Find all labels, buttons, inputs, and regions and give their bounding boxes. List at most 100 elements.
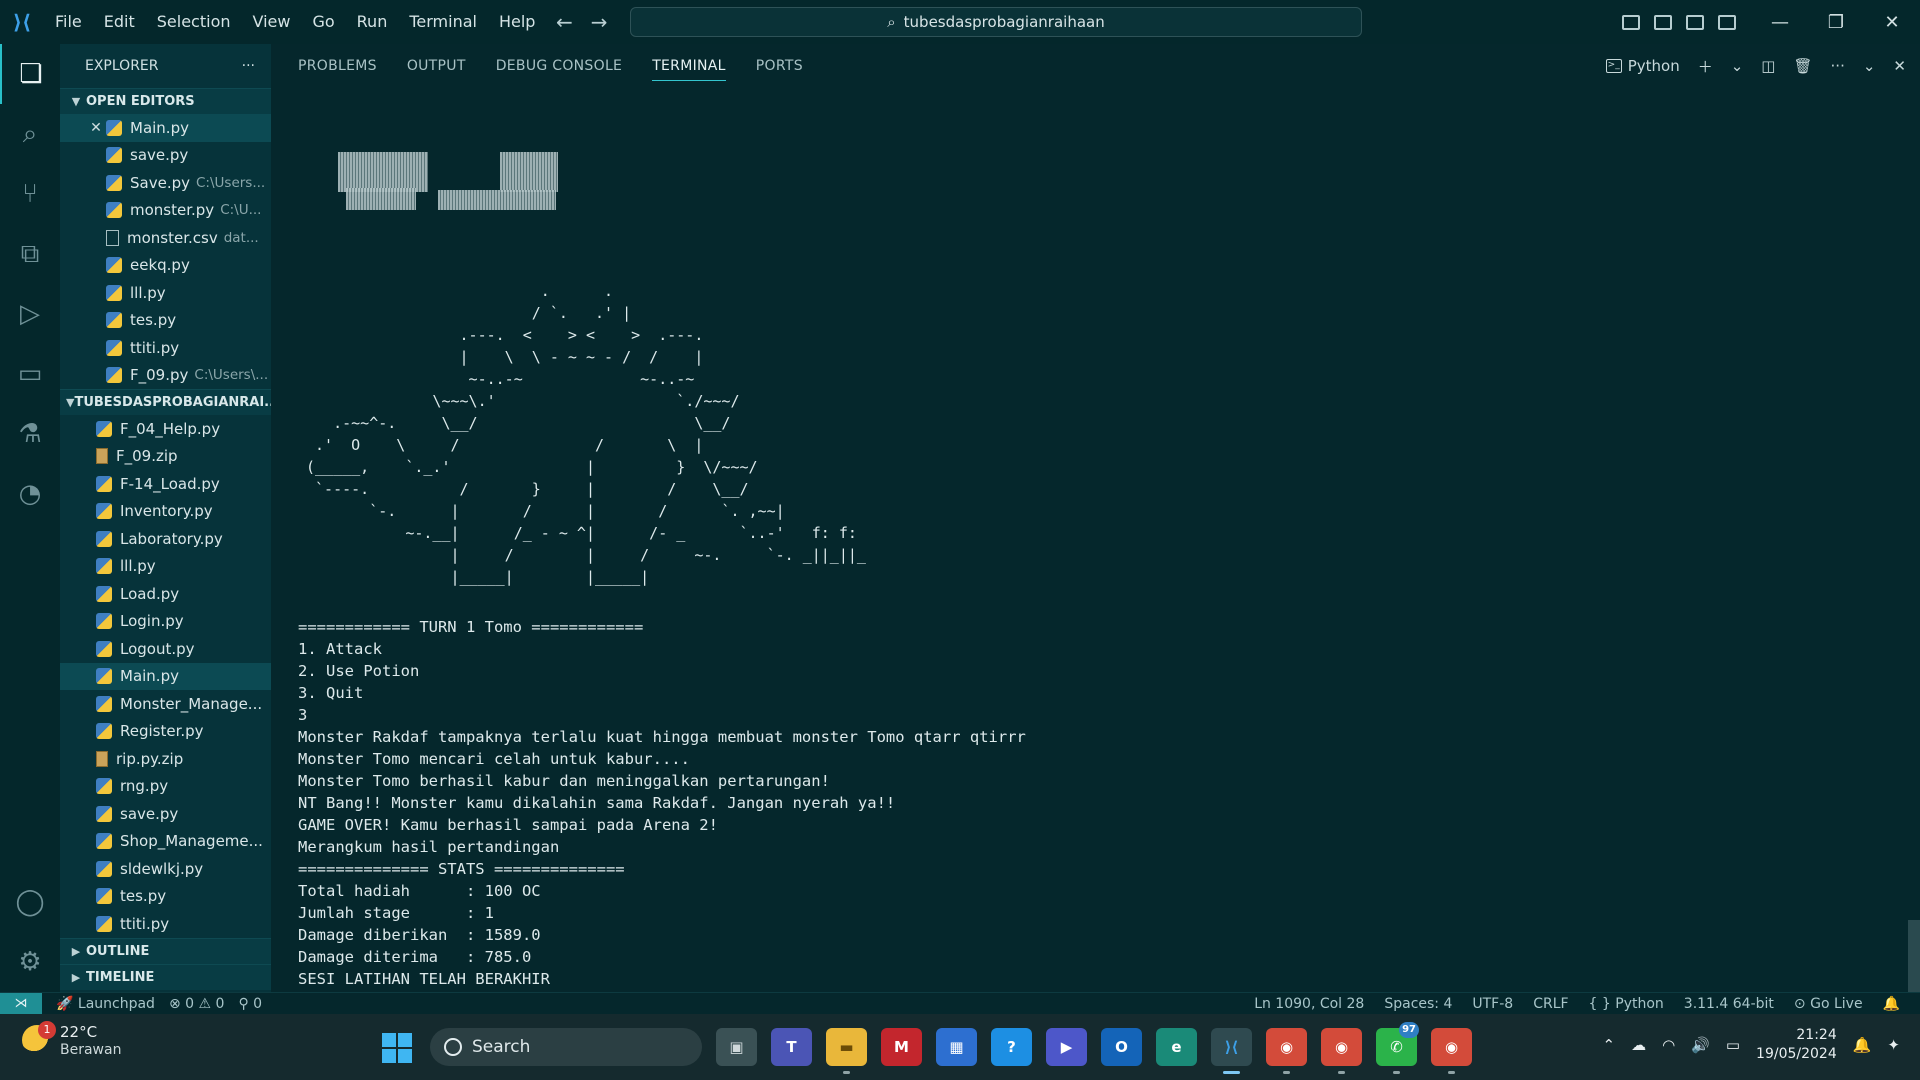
more-icon[interactable]: ··· [1831,57,1845,75]
go-live-button[interactable]: ⊙ Go Live [1794,996,1863,1012]
whatsapp-icon[interactable]: ✆ 97 [1376,1022,1419,1074]
menu-file[interactable]: File [44,0,93,44]
source-control-icon[interactable]: ⑂ [0,164,60,224]
open-editor-item[interactable]: tes.py [60,307,271,335]
customize-layout-icon[interactable] [1718,14,1736,30]
clock[interactable]: 21:24 19/05/2024 [1756,1026,1837,1064]
file-item[interactable]: sldewlkj.py [60,855,271,883]
chrome-icon[interactable]: ◉ [1321,1028,1362,1074]
teams-icon[interactable]: T [771,1028,812,1066]
chrome-profile-p-icon[interactable]: ◉ [1431,1028,1472,1074]
minimize-button[interactable]: — [1752,0,1808,44]
get-help-icon[interactable]: ? [991,1028,1032,1066]
copilot-icon[interactable]: ✦ [1887,1036,1900,1054]
file-item[interactable]: save.py [60,800,271,828]
start-button[interactable] [382,1033,412,1063]
terminal-shell-selector[interactable]: >_ Python [1605,57,1680,75]
onedrive-cloud-icon[interactable]: ☁ [1631,1036,1646,1054]
open-editor-item[interactable]: eekq.py [60,252,271,280]
file-item[interactable]: F_04_Help.py [60,415,271,443]
launchpad-item[interactable]: 🚀 Launchpad [56,996,155,1012]
restore-button[interactable]: ❐ [1808,0,1864,44]
weather-widget[interactable]: 1 22°C Berawan [22,1021,121,1058]
command-center[interactable]: ⌕ tubesdasprobagianraihaan [630,7,1362,37]
python-interpreter[interactable]: 3.11.4 64-bit [1684,996,1774,1012]
menu-edit[interactable]: Edit [93,0,146,44]
terminal-output[interactable]: . . / `. .' | .---. < > < > .---. | \ \ … [298,88,1888,1032]
file-item[interactable]: ttiti.py [60,910,271,938]
file-item[interactable]: Laboratory.py [60,525,271,553]
new-terminal-icon[interactable]: ＋ [1698,56,1713,77]
language-mode[interactable]: { } Python [1589,996,1664,1012]
outline-section[interactable]: ▶ OUTLINE [60,937,271,964]
search-activity-icon[interactable]: ⌕ [0,104,60,164]
maximize-panel-icon[interactable]: ⌄ [1863,57,1876,75]
wifi-icon[interactable]: ◠ [1662,1036,1675,1054]
remote-explorer-icon[interactable]: ▭ [0,344,60,404]
file-item[interactable]: Monster_Manage... [60,690,271,718]
notification-center-icon[interactable]: 🔔 [1853,1036,1872,1054]
testing-icon[interactable]: ⚗ [0,404,60,464]
toggle-secondary-sidebar-icon[interactable] [1686,14,1704,30]
indentation[interactable]: Spaces: 4 [1384,996,1452,1012]
file-item[interactable]: Register.py [60,718,271,746]
open-editors-section[interactable]: ▼ OPEN EDITORS [60,88,271,114]
tab-ports[interactable]: PORTS [756,44,803,88]
open-editor-item[interactable]: save.py [60,142,271,170]
terminal-scrollbar[interactable] [1908,920,1920,992]
open-editor-item[interactable]: lll.py [60,279,271,307]
close-window-button[interactable]: ✕ [1864,0,1920,44]
split-terminal-icon[interactable]: ◫ [1761,57,1775,75]
explorer-icon[interactable]: ❏ [0,44,60,104]
open-editor-item[interactable]: F_09.py C:\Users\... [60,362,271,390]
menu-help[interactable]: Help [488,0,546,44]
tab-debug-console[interactable]: DEBUG CONSOLE [496,44,623,88]
taskbar-search[interactable]: Search [430,1028,702,1066]
end-of-line[interactable]: CRLF [1533,996,1568,1012]
open-editor-item[interactable]: monster.py C:\U... [60,197,271,225]
volume-icon[interactable]: 🔊 [1691,1036,1710,1054]
menu-go[interactable]: Go [301,0,345,44]
cursor-position[interactable]: Ln 1090, Col 28 [1254,996,1364,1012]
file-item[interactable]: Login.py [60,608,271,636]
tab-terminal[interactable]: TERMINAL [652,52,726,81]
show-hidden-icons-icon[interactable]: ⌃ [1602,1036,1615,1054]
menu-terminal[interactable]: Terminal [398,0,488,44]
open-editor-item[interactable]: monster.csv dat... [60,224,271,252]
file-item[interactable]: rng.py [60,773,271,801]
app-icon[interactable]: ▶ [1046,1028,1087,1066]
folder-section[interactable]: ▼ TUBESDASPROBAGIANRAI... [60,389,271,415]
back-arrow-icon[interactable]: ← [556,10,573,34]
file-item[interactable]: rip.py.zip [60,745,271,773]
outlook-icon[interactable]: O [1101,1028,1142,1066]
microsoft-store-icon[interactable]: ▦ [936,1028,977,1066]
file-item[interactable]: lll.py [60,553,271,581]
open-editor-item[interactable]: ttiti.py [60,334,271,362]
ports-indicator[interactable]: ⚲ 0 [238,996,262,1012]
task-view-icon[interactable]: ▣ [716,1028,757,1066]
forward-arrow-icon[interactable]: → [591,10,608,34]
open-editor-item[interactable]: Save.py C:\Users... [60,169,271,197]
toggle-panel-icon[interactable] [1654,14,1672,30]
file-item[interactable]: Inventory.py [60,498,271,526]
chevron-down-icon[interactable]: ⌄ [1731,57,1744,75]
close-panel-icon[interactable]: ✕ [1893,57,1906,75]
file-item[interactable]: Shop_Manageme... [60,828,271,856]
remote-indicator-icon[interactable]: ⋊ [0,992,42,1015]
file-explorer-icon[interactable]: ▬ [826,1028,867,1074]
settings-gear-icon[interactable]: ⚙ [0,932,60,992]
problems-indicator[interactable]: ⊗ 0 ⚠ 0 [169,996,225,1012]
account-icon[interactable]: ◯ [0,872,60,932]
tab-problems[interactable]: PROBLEMS [298,44,377,88]
chrome-profile-m-icon[interactable]: ◉ [1266,1028,1307,1074]
edge-icon[interactable]: e [1156,1028,1197,1066]
menu-selection[interactable]: Selection [146,0,242,44]
run-debug-icon[interactable]: ▷ [0,284,60,344]
close-editor-icon[interactable]: ✕ [86,120,106,136]
notifications-bell-icon[interactable]: 🔔 [1883,996,1900,1012]
menu-view[interactable]: View [242,0,302,44]
encoding[interactable]: UTF-8 [1472,996,1513,1012]
vscode-taskbar-icon[interactable]: ⟩⟨ [1211,1028,1252,1074]
more-actions-icon[interactable]: ··· [242,58,255,74]
file-item[interactable]: F-14_Load.py [60,470,271,498]
